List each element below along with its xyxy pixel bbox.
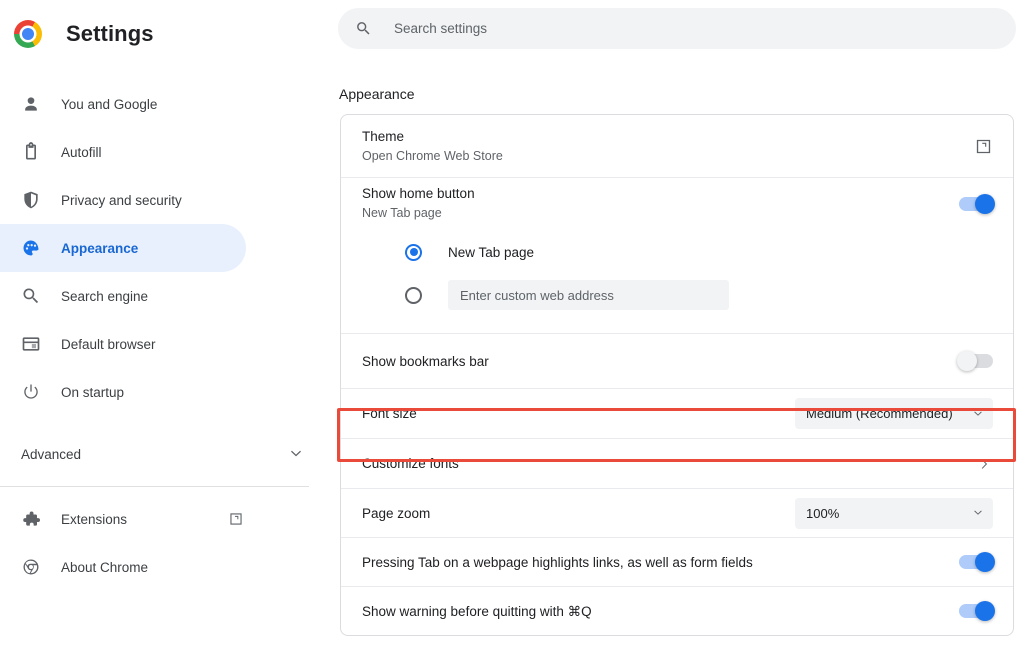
sidebar-item-label: Search engine xyxy=(61,289,148,304)
row-show-home-button[interactable]: Show home button New Tab page xyxy=(341,177,1013,229)
chrome-logo-icon xyxy=(14,20,42,48)
search-input[interactable]: Search settings xyxy=(338,8,1016,49)
sidebar-item-label: Appearance xyxy=(61,241,138,256)
chevron-down-icon xyxy=(290,450,302,458)
toggle-knob xyxy=(975,552,995,572)
toggle-knob xyxy=(957,351,977,371)
page-zoom-select[interactable]: 100% xyxy=(795,498,993,529)
radio-option-custom-address[interactable] xyxy=(362,273,993,317)
radio-option-new-tab-page[interactable]: New Tab page xyxy=(362,231,993,273)
sidebar-item-you-and-google[interactable]: You and Google xyxy=(0,80,330,128)
sidebar-divider xyxy=(0,486,309,487)
sidebar-item-appearance[interactable]: Appearance xyxy=(0,224,246,272)
row-bookmarks-texts: Show bookmarks bar xyxy=(362,352,959,371)
radio-button-selected[interactable] xyxy=(405,244,422,261)
palette-icon xyxy=(21,238,41,258)
sidebar: Settings You and Google Autofill xyxy=(0,0,330,654)
home-page-options: New Tab page xyxy=(341,229,1013,333)
row-quit-warning[interactable]: Show warning before quitting with ⌘Q xyxy=(341,586,1013,635)
row-label: Page zoom xyxy=(362,504,795,523)
row-label: Show warning before quitting with ⌘Q xyxy=(362,602,959,621)
sidebar-item-autofill[interactable]: Autofill xyxy=(0,128,330,176)
search-placeholder: Search settings xyxy=(394,21,487,36)
appearance-settings-card: Theme Open Chrome Web Store Show home bu… xyxy=(340,114,1014,636)
sidebar-item-privacy-and-security[interactable]: Privacy and security xyxy=(0,176,330,224)
font-size-select[interactable]: Medium (Recommended) xyxy=(795,398,993,429)
row-label: Show bookmarks bar xyxy=(362,352,959,371)
row-theme[interactable]: Theme Open Chrome Web Store xyxy=(341,115,1013,177)
row-label: Font size xyxy=(362,404,795,423)
person-icon xyxy=(21,94,41,114)
brand-header: Settings xyxy=(0,0,330,68)
section-title: Appearance xyxy=(339,86,415,102)
row-label: Show home button xyxy=(362,184,959,203)
clipboard-icon xyxy=(21,142,41,162)
row-customize-fonts-texts: Customize fonts xyxy=(362,454,977,473)
font-size-selected-value: Medium (Recommended) xyxy=(806,406,973,421)
radio-button-unselected[interactable] xyxy=(405,287,422,304)
sidebar-item-label: Extensions xyxy=(61,512,127,527)
puzzle-icon xyxy=(21,509,41,529)
sidebar-item-label: Default browser xyxy=(61,337,156,352)
sidebar-item-label: You and Google xyxy=(61,97,157,112)
chevron-right-icon xyxy=(977,456,993,472)
sidebar-nav: You and Google Autofill Privacy and secu… xyxy=(0,80,330,591)
sidebar-item-on-startup[interactable]: On startup xyxy=(0,368,330,416)
row-label: Pressing Tab on a webpage highlights lin… xyxy=(362,553,959,572)
external-link-icon xyxy=(228,511,244,527)
row-home-texts: Show home button New Tab page xyxy=(362,184,959,223)
radio-label: New Tab page xyxy=(448,245,534,260)
main-pane: Search settings Appearance Theme Open Ch… xyxy=(330,0,1024,654)
power-icon xyxy=(21,382,41,402)
row-theme-texts: Theme Open Chrome Web Store xyxy=(362,127,974,166)
chevron-down-icon xyxy=(973,411,983,417)
toggle-knob xyxy=(975,194,995,214)
row-tab-highlights-links[interactable]: Pressing Tab on a webpage highlights lin… xyxy=(341,537,1013,586)
toggle-tab-highlights-links[interactable] xyxy=(959,555,993,569)
sidebar-item-label: Advanced xyxy=(21,447,81,462)
custom-web-address-input[interactable] xyxy=(448,280,729,310)
browser-window-icon xyxy=(21,334,41,354)
row-quit-texts: Show warning before quitting with ⌘Q xyxy=(362,602,959,621)
toggle-show-bookmarks-bar[interactable] xyxy=(959,354,993,368)
toggle-knob xyxy=(975,601,995,621)
sidebar-item-label: On startup xyxy=(61,385,124,400)
page-title: Settings xyxy=(66,21,154,47)
sidebar-item-label: About Chrome xyxy=(61,560,148,575)
sidebar-item-default-browser[interactable]: Default browser xyxy=(0,320,330,368)
row-show-bookmarks-bar[interactable]: Show bookmarks bar xyxy=(341,333,1013,388)
sidebar-item-extensions[interactable]: Extensions xyxy=(0,495,330,543)
row-customize-fonts[interactable]: Customize fonts xyxy=(341,438,1013,488)
row-label: Customize fonts xyxy=(362,454,977,473)
row-sublabel: New Tab page xyxy=(362,204,959,223)
toggle-quit-warning[interactable] xyxy=(959,604,993,618)
row-tab-texts: Pressing Tab on a webpage highlights lin… xyxy=(362,553,959,572)
chevron-down-icon xyxy=(973,510,983,516)
search-icon xyxy=(355,20,372,37)
sidebar-item-search-engine[interactable]: Search engine xyxy=(0,272,330,320)
row-font-size[interactable]: Font size Medium (Recommended) xyxy=(341,388,1013,438)
sidebar-item-advanced[interactable]: Advanced xyxy=(0,430,330,478)
row-page-zoom[interactable]: Page zoom 100% xyxy=(341,488,1013,537)
row-font-size-texts: Font size xyxy=(362,404,795,423)
external-link-icon[interactable] xyxy=(974,137,993,156)
settings-window: Settings You and Google Autofill xyxy=(0,0,1024,654)
row-label: Theme xyxy=(362,127,974,146)
chrome-outline-icon xyxy=(21,557,41,577)
row-page-zoom-texts: Page zoom xyxy=(362,504,795,523)
row-sublabel: Open Chrome Web Store xyxy=(362,147,974,166)
search-icon xyxy=(21,286,41,306)
sidebar-item-label: Autofill xyxy=(61,145,102,160)
toggle-show-home-button[interactable] xyxy=(959,197,993,211)
sidebar-item-label: Privacy and security xyxy=(61,193,182,208)
sidebar-item-about-chrome[interactable]: About Chrome xyxy=(0,543,330,591)
page-zoom-selected-value: 100% xyxy=(806,506,973,521)
shield-icon xyxy=(21,190,41,210)
